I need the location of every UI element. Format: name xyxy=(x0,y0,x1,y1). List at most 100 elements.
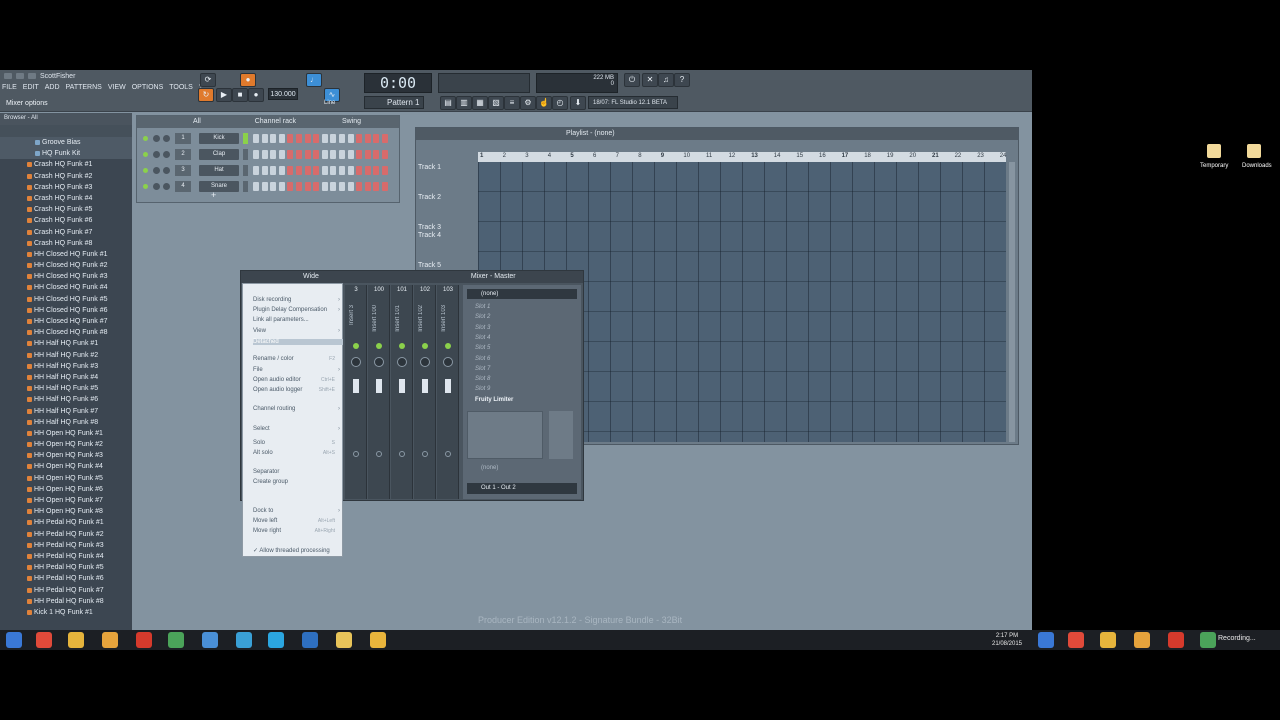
step-button[interactable] xyxy=(287,150,294,159)
step-button[interactable] xyxy=(330,134,337,143)
add-channel-button[interactable]: + xyxy=(211,190,216,200)
plugin-icon[interactable]: ⚙ xyxy=(520,96,536,110)
channel-name-button[interactable]: Kick xyxy=(199,133,239,144)
step-button[interactable] xyxy=(261,166,268,175)
start-icon[interactable] xyxy=(6,632,22,648)
channel-number[interactable]: 3 xyxy=(175,165,191,176)
browser-item[interactable]: HH Open HQ Funk #1 xyxy=(0,428,132,439)
menu-item-view[interactable]: VIEW xyxy=(108,84,126,94)
browser-item[interactable]: Crash HQ Funk #6 xyxy=(0,215,132,226)
browser-folder[interactable]: Groove Bias xyxy=(0,137,132,149)
step-button[interactable] xyxy=(287,166,294,175)
volume-fader[interactable] xyxy=(376,379,382,393)
send-led-icon[interactable] xyxy=(399,343,405,349)
volume-fader[interactable] xyxy=(422,379,428,393)
browser-item[interactable]: Crash HQ Funk #3 xyxy=(0,182,132,193)
temporary-folder-icon[interactable] xyxy=(1207,144,1221,158)
channel-number[interactable]: 2 xyxy=(175,149,191,160)
browser-item[interactable]: Crash HQ Funk #7 xyxy=(0,227,132,238)
menu-item-rename-color[interactable]: Rename / color F2 xyxy=(253,356,343,362)
menu-item-select[interactable]: Select › xyxy=(253,426,343,432)
volume-knob-icon[interactable] xyxy=(163,135,170,142)
app-icon[interactable] xyxy=(136,632,152,648)
channel-select-indicator[interactable] xyxy=(243,165,248,176)
browser-item[interactable]: HH Closed HQ Funk #8 xyxy=(0,327,132,338)
app-menu-icon[interactable] xyxy=(4,73,12,79)
outlook-icon[interactable] xyxy=(302,632,318,648)
step-button[interactable] xyxy=(364,166,371,175)
mute-led-icon[interactable] xyxy=(143,136,148,141)
fl-studio-active-icon[interactable] xyxy=(370,632,386,648)
mixer-insert-strip[interactable]: 102 Insert 102 xyxy=(414,285,436,499)
step-button[interactable] xyxy=(253,182,259,191)
menu-item-link-all-parameters[interactable]: Link all parameters... xyxy=(253,317,343,323)
step-button[interactable] xyxy=(261,182,268,191)
playlist-scrollbar[interactable] xyxy=(1009,162,1015,442)
mixer-insert-strip[interactable]: 100 Insert 100 xyxy=(368,285,390,499)
pan-knob-icon[interactable] xyxy=(420,357,430,367)
app-icon[interactable] xyxy=(202,632,218,648)
browser-item[interactable]: HH Closed HQ Funk #4 xyxy=(0,282,132,293)
step-button[interactable] xyxy=(330,182,337,191)
browser-item[interactable]: HH Closed HQ Funk #6 xyxy=(0,305,132,316)
pan-knob-icon[interactable] xyxy=(153,167,160,174)
browser-item[interactable]: Crash HQ Funk #4 xyxy=(0,193,132,204)
step-button[interactable] xyxy=(339,166,345,175)
browser-item[interactable]: HH Open HQ Funk #8 xyxy=(0,506,132,517)
step-button[interactable] xyxy=(261,150,268,159)
browser-item[interactable]: HH Open HQ Funk #7 xyxy=(0,495,132,506)
power-icon[interactable]: ⏻ xyxy=(624,73,640,87)
mixer-icon[interactable]: ✕ xyxy=(642,73,658,87)
channel-name-button[interactable]: Hat xyxy=(199,165,239,176)
step-button[interactable] xyxy=(373,182,380,191)
chrome-icon[interactable] xyxy=(36,632,52,648)
step-button[interactable] xyxy=(296,166,302,175)
mixer-insert-strip[interactable]: 3 Insert 3 xyxy=(345,285,367,499)
step-button[interactable] xyxy=(253,134,259,143)
channel-select-indicator[interactable] xyxy=(243,181,248,192)
explorer-icon[interactable] xyxy=(336,632,352,648)
route-icon[interactable] xyxy=(353,451,359,457)
pattern-song-icon[interactable]: ⟳ xyxy=(200,73,216,87)
stop-button[interactable]: ■ xyxy=(232,88,248,102)
browser-item[interactable]: HH Pedal HQ Funk #5 xyxy=(0,562,132,573)
step-button[interactable] xyxy=(287,134,294,143)
effect-slot-limiter[interactable]: Fruity Limiter xyxy=(469,396,569,405)
browser-item[interactable]: HH Closed HQ Funk #1 xyxy=(0,249,132,260)
clock-icon[interactable]: ◴ xyxy=(552,96,568,110)
step-button[interactable] xyxy=(339,150,345,159)
step-button[interactable] xyxy=(278,150,285,159)
step-button[interactable] xyxy=(304,182,311,191)
menu-item-plugin-delay-compensation[interactable]: Plugin Delay Compensation › xyxy=(253,307,343,313)
browser-item[interactable]: HH Open HQ Funk #3 xyxy=(0,450,132,461)
track-header[interactable]: Track 4 xyxy=(418,232,441,239)
step-button[interactable] xyxy=(270,134,277,143)
input-selector[interactable]: (none) xyxy=(467,289,577,299)
metronome-icon[interactable]: ♩ xyxy=(306,73,322,87)
step-button[interactable] xyxy=(296,134,302,143)
playlist-icon[interactable]: ▤ xyxy=(440,96,456,110)
menu-item-file[interactable]: FILE xyxy=(2,84,17,94)
volume-fader[interactable] xyxy=(445,379,451,393)
browser-item[interactable]: HH Half HQ Funk #3 xyxy=(0,361,132,372)
step-button[interactable] xyxy=(382,134,388,143)
channel-number[interactable]: 4 xyxy=(175,181,191,192)
minimize-icon[interactable] xyxy=(16,73,24,79)
step-button[interactable] xyxy=(287,182,294,191)
browser-item[interactable]: HH Pedal HQ Funk #3 xyxy=(0,540,132,551)
pan-knob-icon[interactable] xyxy=(443,357,453,367)
step-button[interactable] xyxy=(261,134,268,143)
mute-led-icon[interactable] xyxy=(143,168,148,173)
browser-item[interactable]: Crash HQ Funk #2 xyxy=(0,171,132,182)
step-button[interactable] xyxy=(278,166,285,175)
browser-icon[interactable]: ▦ xyxy=(472,96,488,110)
step-button[interactable] xyxy=(321,166,328,175)
pan-knob-icon[interactable] xyxy=(351,357,361,367)
channel-name-button[interactable]: Snare xyxy=(199,181,239,192)
menu-item-options[interactable]: OPTIONS xyxy=(132,84,164,94)
browser-item[interactable]: HH Closed HQ Funk #2 xyxy=(0,260,132,271)
browser-item[interactable]: HH Pedal HQ Funk #8 xyxy=(0,596,132,607)
menu-item-open-audio-logger[interactable]: Open audio logger Shift+E xyxy=(253,387,343,393)
send-led-icon[interactable] xyxy=(376,343,382,349)
pattern-selector[interactable]: Pattern 1 xyxy=(364,96,424,109)
